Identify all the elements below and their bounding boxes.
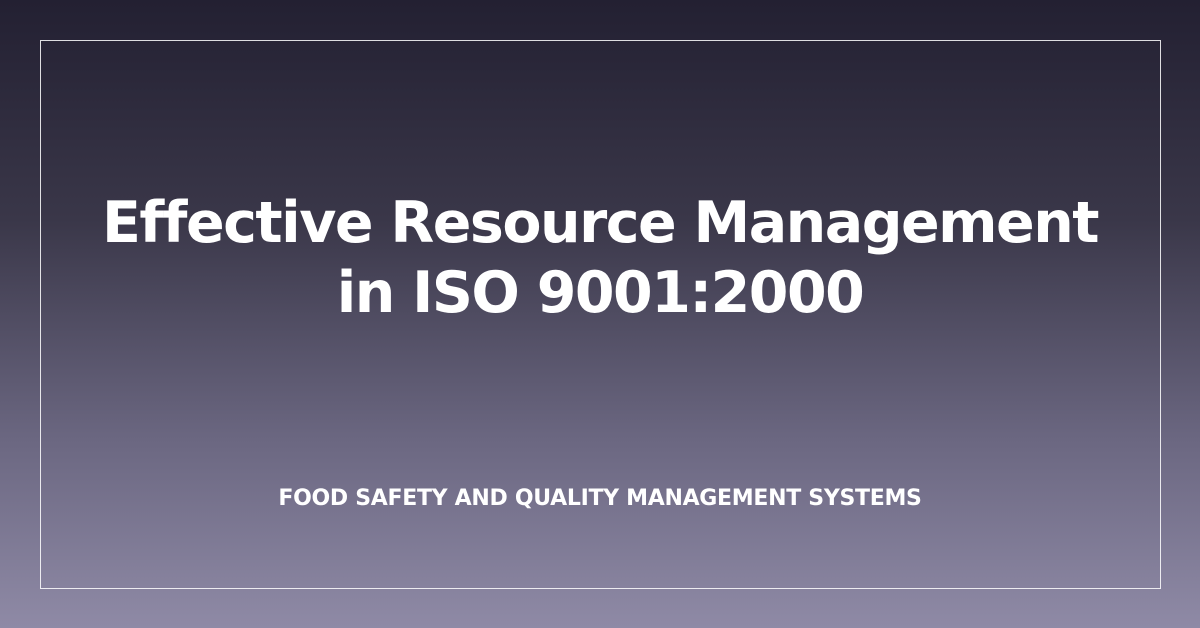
title-line-2: in ISO 9001:2000 bbox=[336, 260, 865, 326]
category-subtitle: FOOD SAFETY AND QUALITY MANAGEMENT SYSTE… bbox=[278, 486, 922, 511]
page-title: Effective Resource Management in ISO 900… bbox=[0, 188, 1200, 328]
title-line-1: Effective Resource Management bbox=[101, 190, 1100, 256]
